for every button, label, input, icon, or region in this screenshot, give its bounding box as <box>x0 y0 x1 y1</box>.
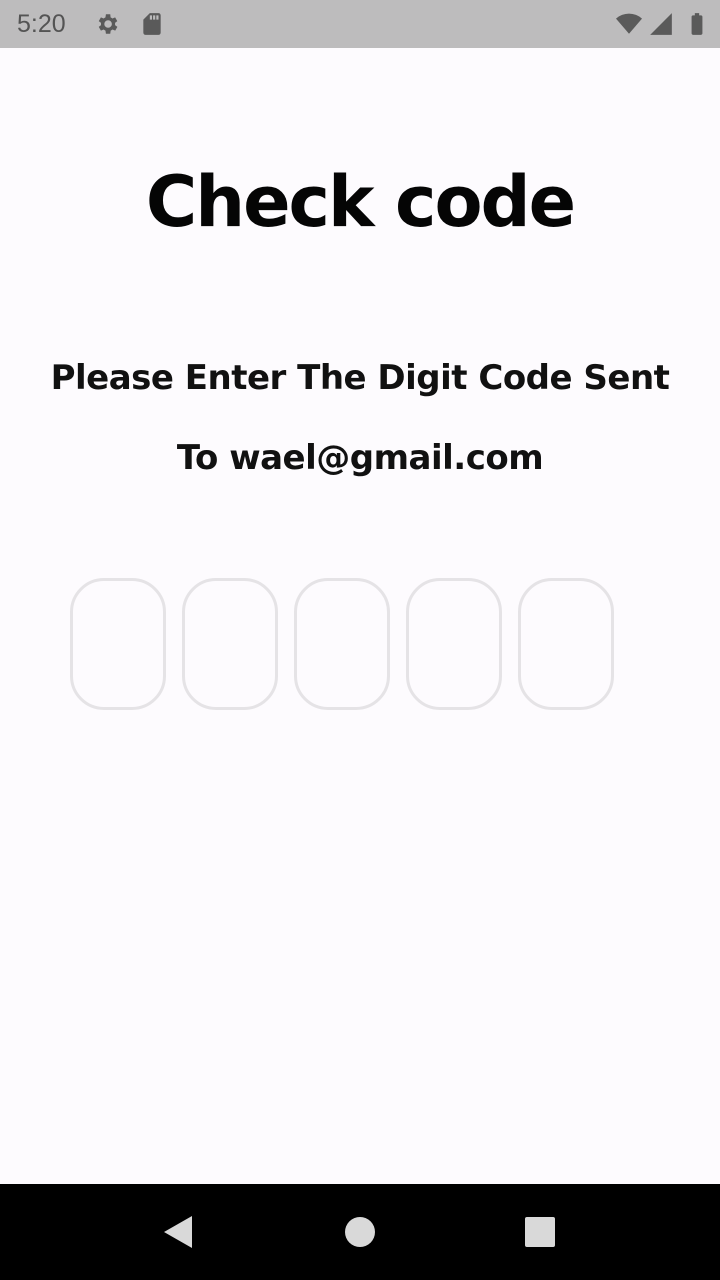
instruction-text: Please Enter The Digit Code Sent <box>50 358 670 398</box>
sd-card-icon <box>143 13 161 35</box>
status-bar: 5:20 <box>0 0 720 48</box>
navigation-bar <box>0 1184 720 1280</box>
code-digit-3[interactable] <box>294 578 390 710</box>
wifi-icon <box>616 13 642 34</box>
code-digit-1[interactable] <box>70 578 166 710</box>
code-input-group <box>70 578 614 710</box>
gear-icon <box>98 14 118 34</box>
code-digit-5[interactable] <box>518 578 614 710</box>
back-icon[interactable] <box>156 1208 204 1256</box>
battery-icon <box>691 13 703 35</box>
code-digit-4[interactable] <box>406 578 502 710</box>
code-digit-2[interactable] <box>182 578 278 710</box>
signal-icon <box>650 13 672 35</box>
recents-icon[interactable] <box>516 1208 564 1256</box>
status-time: 5:20 <box>17 10 66 38</box>
home-icon[interactable] <box>336 1208 384 1256</box>
email-text: To wael@gmail.com <box>176 438 544 478</box>
page-title: Check code <box>145 161 576 243</box>
screen: 5:20 Check code Please Enter The Digit C… <box>0 0 720 1280</box>
